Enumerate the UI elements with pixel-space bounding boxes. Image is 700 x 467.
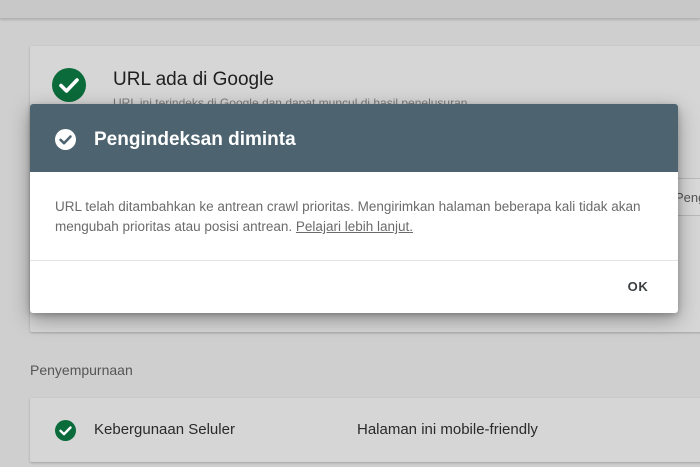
check-circle-icon (55, 420, 76, 441)
dialog-header: Pengindeksan diminta (30, 104, 678, 172)
enhancement-value: Halaman ini mobile-friendly (357, 421, 538, 438)
dialog-title: Pengindeksan diminta (94, 129, 296, 150)
enhancement-name: Kebergunaan Seluler (94, 421, 235, 438)
indexing-requested-dialog: Pengindeksan diminta URL telah ditambahk… (30, 104, 678, 313)
dialog-message: URL telah ditambahkan ke antrean crawl p… (55, 197, 655, 237)
top-app-bar (0, 0, 700, 19)
check-circle-icon (55, 129, 76, 150)
dialog-divider (30, 260, 678, 261)
check-circle-icon (52, 68, 86, 102)
url-status-title: URL ada di Google (113, 69, 274, 90)
enhancements-section-label: Penyempurnaan (30, 362, 133, 378)
ok-button[interactable]: OK (618, 272, 658, 302)
learn-more-link[interactable]: Pelajari lebih lanjut. (296, 219, 413, 234)
